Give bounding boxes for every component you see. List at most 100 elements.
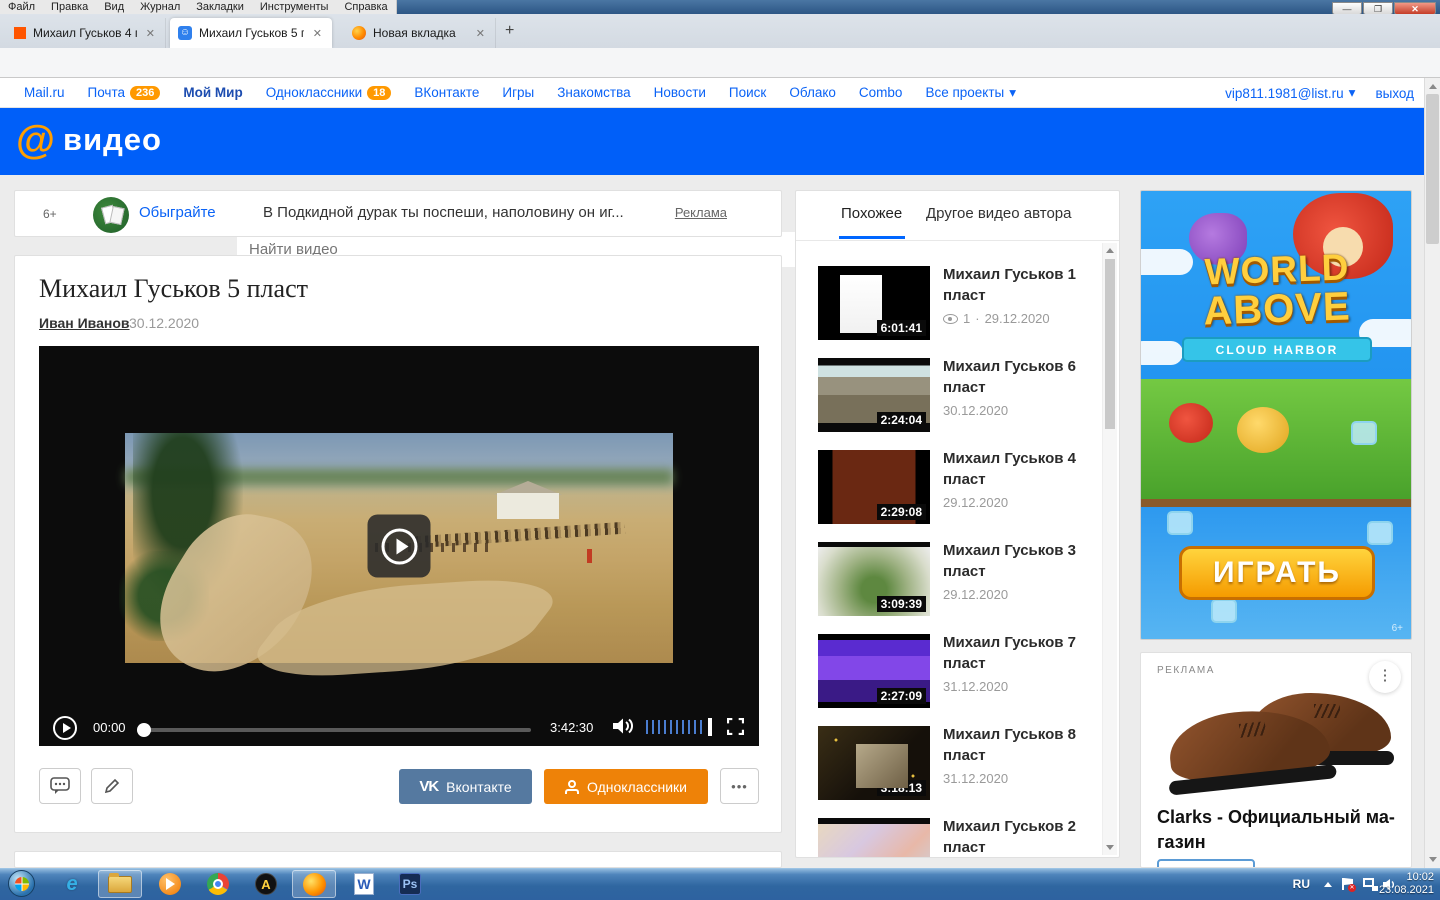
video-author-link[interactable]: Иван Иванов <box>39 315 130 331</box>
volume-slider[interactable] <box>646 720 706 734</box>
related-video-6[interactable]: 3:18:13 Михаил Гуськов 8 пласт 31.12.202… <box>818 726 1100 800</box>
tab-2-close-icon[interactable]: ✕ <box>311 27 324 40</box>
taskbar-aimp-icon[interactable]: A <box>246 870 286 898</box>
edit-button[interactable] <box>91 768 133 804</box>
tab-2-favicon: ☺ <box>178 26 192 40</box>
logout-link[interactable]: выход <box>1375 86 1414 101</box>
taskbar-firefox-icon[interactable] <box>292 870 336 898</box>
shoes-ad[interactable]: РЕКЛАМА ⋮ Clarks - Официальный ма-газин <box>1140 652 1412 868</box>
new-tab-button[interactable]: + <box>505 22 514 40</box>
tab-similar[interactable]: Похожее <box>841 205 902 222</box>
nav-mailru[interactable]: Mail.ru <box>24 85 65 100</box>
nav-all-projects[interactable]: Все проекты▾ <box>925 85 1016 101</box>
taskbar-explorer-icon[interactable] <box>98 870 142 898</box>
ad-text[interactable]: В Подкидной дурак ты поспеши, наполовину… <box>263 204 624 221</box>
duration-badge: 6:01:41 <box>877 320 926 336</box>
related-video-4[interactable]: 3:09:39 Михаил Гуськов 3 пласт 29.12.202… <box>818 542 1100 616</box>
nav-combo[interactable]: Combo <box>859 85 903 100</box>
progress-track[interactable] <box>141 728 531 732</box>
game-ad[interactable]: WORLD ABOVE CLOUD HARBOR ИГРАТЬ 6+ <box>1140 190 1412 640</box>
top-ad-banner[interactable]: 6+ Обыграйте В Подкидной дурак ты поспеш… <box>14 190 782 237</box>
tray-network[interactable] <box>1363 868 1378 900</box>
comments-button[interactable] <box>39 768 81 804</box>
tray-show-hidden[interactable] <box>1324 868 1332 900</box>
shoes-ad-title[interactable]: Clarks - Официальный ма-газин <box>1157 805 1395 855</box>
menu-view[interactable]: Вид <box>104 1 124 13</box>
taskbar-ie-icon[interactable]: e <box>52 870 92 898</box>
volume-level-marker[interactable] <box>708 718 712 736</box>
share-ok-button[interactable]: Одноклассники <box>544 769 708 804</box>
fullscreen-icon[interactable] <box>727 718 744 740</box>
ad-avatar[interactable] <box>93 197 129 233</box>
shoes-ad-title-line2: газин <box>1157 832 1206 852</box>
page-scrollbar[interactable] <box>1424 78 1440 868</box>
video-still-house <box>497 493 559 519</box>
big-play-button[interactable] <box>368 515 431 578</box>
nav-vkontakte[interactable]: ВКонтакте <box>414 85 479 100</box>
taskbar-photoshop-icon[interactable]: Ps <box>390 870 430 898</box>
tab-3[interactable]: Новая вкладка ✕ <box>344 18 496 48</box>
menu-file[interactable]: Файл <box>8 1 35 13</box>
related-video-1[interactable]: 6:01:41 Михаил Гуськов 1 пласт 1·29.12.2… <box>818 266 1100 340</box>
vk-logo-icon: VK <box>419 778 438 795</box>
ad-age-label: 6+ <box>43 207 57 221</box>
nav-odnoklassniki[interactable]: Одноклассники18 <box>266 85 392 100</box>
ad-cta-link[interactable]: Обыграйте <box>139 204 216 221</box>
menu-edit[interactable]: Правка <box>51 1 88 13</box>
taskbar-media-player-icon[interactable] <box>150 870 190 898</box>
scrollbar-thumb[interactable] <box>1105 259 1115 429</box>
ad-options-icon[interactable]: ⋮ <box>1369 661 1401 693</box>
play-button[interactable] <box>53 716 77 740</box>
nav-moymir[interactable]: Мой Мир <box>183 85 242 100</box>
menu-tools[interactable]: Инструменты <box>260 1 329 13</box>
related-video-title: Михаил Гуськов 6 пласт <box>943 356 1101 398</box>
clock-date: 23.08.2021 <box>1379 884 1434 897</box>
related-video-2[interactable]: 2:24:04 Михаил Гуськов 6 пласт 30.12.202… <box>818 358 1100 432</box>
related-video-3[interactable]: 2:29:08 Михаил Гуськов 4 пласт 29.12.202… <box>818 450 1100 524</box>
nav-cloud[interactable]: Облако <box>789 85 836 100</box>
menu-history[interactable]: Журнал <box>140 1 180 13</box>
tray-action-center[interactable]: ✕ <box>1340 868 1354 900</box>
scroll-up-icon[interactable] <box>1429 84 1437 89</box>
scroll-down-icon[interactable] <box>1106 845 1114 850</box>
progress-knob[interactable] <box>137 723 151 737</box>
taskbar-chrome-icon[interactable] <box>198 870 238 898</box>
share-vk-button[interactable]: VK Вконтакте <box>399 769 532 804</box>
related-video-title: Михаил Гуськов 4 пласт <box>943 448 1101 490</box>
video-info: Михаил Гуськов 1 пласт 1·29.12.2020 <box>943 264 1101 326</box>
tab-1[interactable]: Михаил Гуськов 4 пласт (Юри ✕ <box>6 18 166 48</box>
scroll-up-icon[interactable] <box>1106 248 1114 253</box>
tab-author-videos[interactable]: Другое видео автора <box>926 205 1072 222</box>
duration-badge: 2:27:09 <box>877 688 926 704</box>
scrollbar-thumb[interactable] <box>1426 94 1439 244</box>
tab-2-active[interactable]: ☺ Михаил Гуськов 5 пласт – смо ✕ <box>170 18 332 48</box>
play-game-button[interactable]: ИГРАТЬ <box>1179 546 1375 600</box>
menu-help[interactable]: Справка <box>344 1 387 13</box>
menu-bookmarks[interactable]: Закладки <box>196 1 244 13</box>
related-video-title: Михаил Гуськов 7 пласт <box>943 632 1101 674</box>
ad-disclaimer-link[interactable]: Реклама <box>675 205 727 220</box>
nav-games[interactable]: Игры <box>502 85 534 100</box>
taskbar-word-icon[interactable]: W <box>344 870 384 898</box>
account-menu[interactable]: vip811.1981@list.ru▾ <box>1225 85 1355 101</box>
folder-icon <box>108 876 132 893</box>
nav-search[interactable]: Поиск <box>729 85 766 100</box>
tab-1-close-icon[interactable]: ✕ <box>144 27 157 40</box>
tray-clock[interactable]: 10:02 23.08.2021 <box>1379 868 1434 900</box>
more-actions-button[interactable]: ••• <box>720 768 759 804</box>
start-button[interactable] <box>8 870 35 897</box>
active-tab-underline <box>839 236 905 239</box>
shoes-ad-button[interactable] <box>1157 859 1255 868</box>
tray-language[interactable]: RU <box>1293 868 1310 900</box>
video-logo[interactable]: @ видео <box>16 120 162 160</box>
related-video-7[interactable]: Михаил Гуськов 2 пласт <box>818 818 1100 858</box>
nav-news[interactable]: Новости <box>654 85 706 100</box>
video-player[interactable]: 00:00 3:42:30 <box>39 346 759 746</box>
related-list-scrollbar[interactable] <box>1102 243 1117 855</box>
tab-3-close-icon[interactable]: ✕ <box>474 27 487 40</box>
scroll-down-icon[interactable] <box>1429 857 1437 862</box>
related-video-5[interactable]: 2:27:09 Михаил Гуськов 7 пласт 31.12.202… <box>818 634 1100 708</box>
volume-icon[interactable] <box>611 717 635 740</box>
nav-mail[interactable]: Почта236 <box>88 85 161 100</box>
nav-dating[interactable]: Знакомства <box>557 85 630 100</box>
